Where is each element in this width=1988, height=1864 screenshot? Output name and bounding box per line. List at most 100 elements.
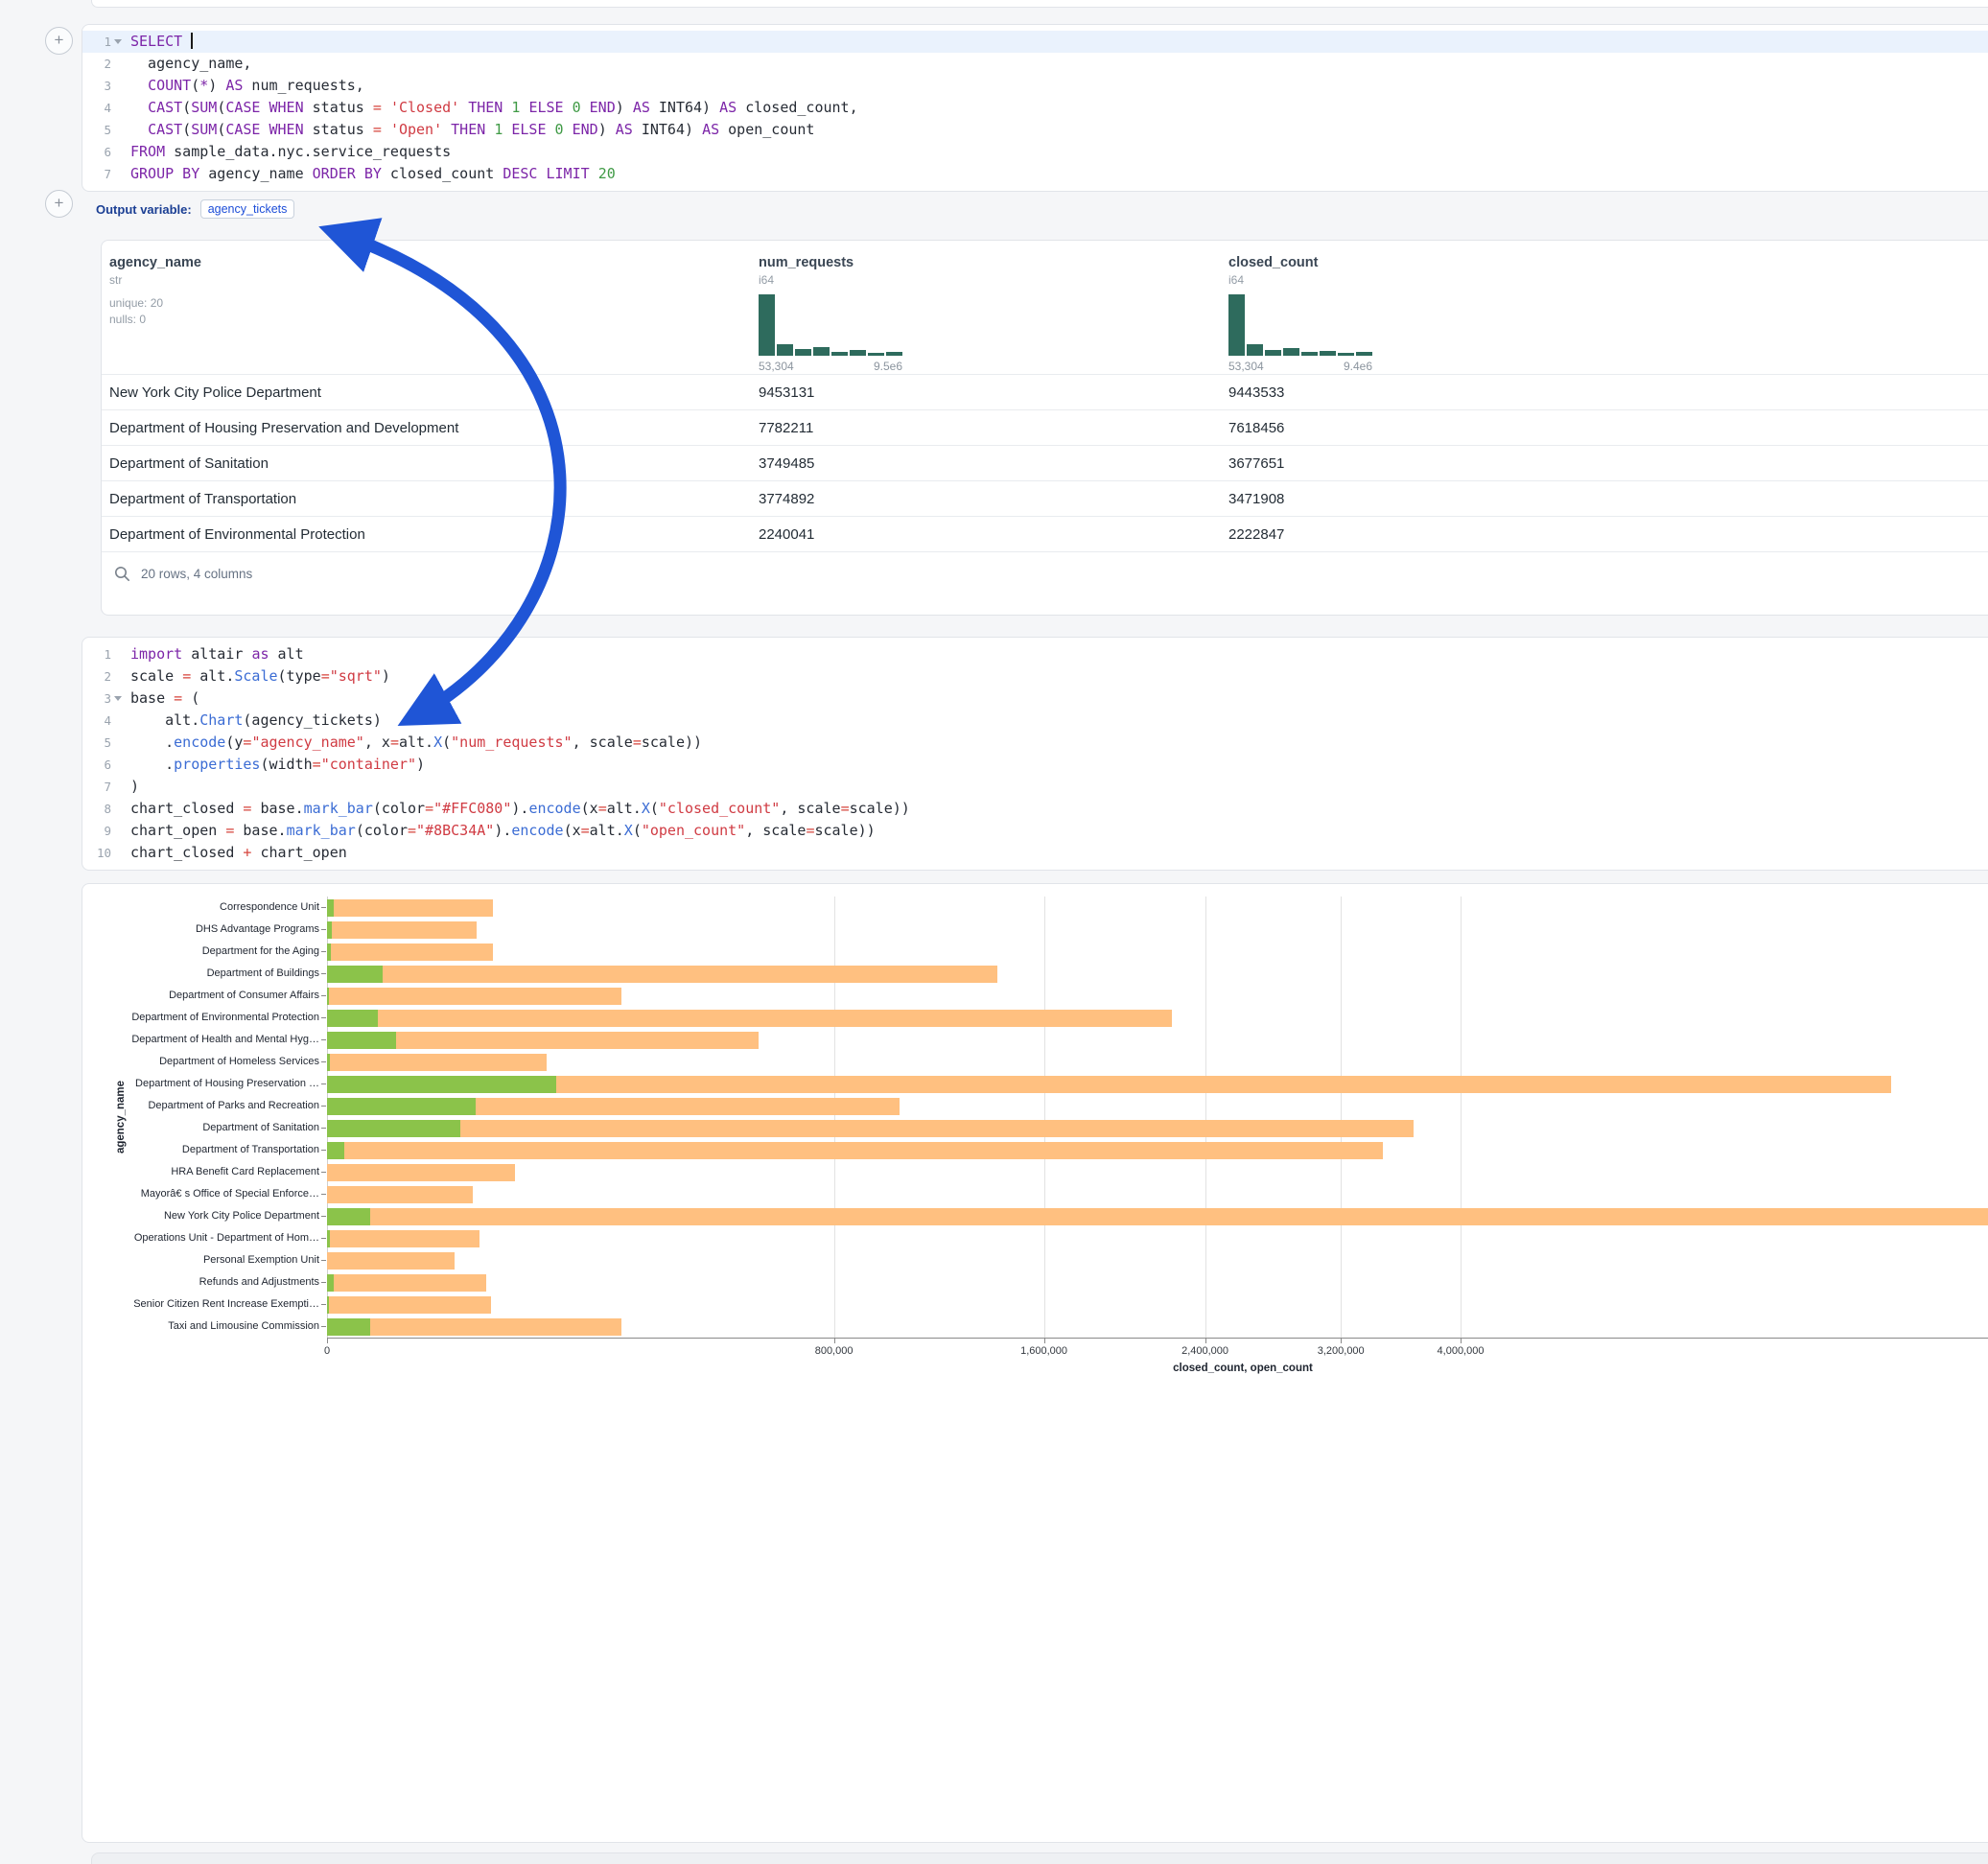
- code-line[interactable]: 5 .encode(y="agency_name", x=alt.X("num_…: [82, 732, 1988, 754]
- code-token: "sqrt": [330, 667, 382, 685]
- collapse-chevron-icon[interactable]: [111, 39, 125, 44]
- code-token: (color: [373, 800, 425, 817]
- notebook-page: + + 1SELECT 2 agency_name,3 COUNT(*) AS …: [0, 0, 1988, 1864]
- code-line[interactable]: 8chart_closed = base.mark_bar(color="#FF…: [82, 798, 1988, 820]
- y-axis-tick-label: Department of Environmental Protection: [82, 1007, 319, 1029]
- code-token: END: [590, 99, 616, 116]
- bar-open-count: [327, 899, 334, 917]
- code-token: (x: [581, 800, 598, 817]
- line-number-gutter: 7: [82, 776, 125, 798]
- line-number-gutter: 1: [82, 31, 125, 53]
- code-token: "#8BC34A": [416, 822, 494, 839]
- code-token: ): [130, 778, 139, 795]
- code-line[interactable]: 1SELECT: [82, 31, 1988, 53]
- code-line[interactable]: 6 .properties(width="container"): [82, 754, 1988, 776]
- code-token: (: [442, 734, 451, 751]
- line-number: 2: [86, 665, 111, 687]
- bar-closed-count: [327, 1252, 455, 1270]
- line-number-gutter: 6: [82, 141, 125, 163]
- code-line[interactable]: 9chart_open = base.mark_bar(color="#8BC3…: [82, 820, 1988, 842]
- code-token: alt: [269, 645, 304, 663]
- code-line[interactable]: 1import altair as alt: [82, 643, 1988, 665]
- y-axis-tick: [321, 1061, 326, 1062]
- sql-code-cell[interactable]: 1SELECT 2 agency_name,3 COUNT(*) AS num_…: [82, 24, 1988, 192]
- code-token: =: [425, 800, 433, 817]
- table-cell: Department of Sanitation: [109, 455, 759, 472]
- code-token: as: [251, 645, 269, 663]
- table-cell: Department of Housing Preservation and D…: [109, 420, 759, 436]
- code-line[interactable]: 7GROUP BY agency_name ORDER BY closed_co…: [82, 163, 1988, 185]
- column-name: closed_count: [1228, 255, 1988, 270]
- chart-output-cell: Correspondence UnitDHS Advantage Program…: [82, 883, 1988, 1843]
- line-number: 6: [86, 141, 111, 163]
- y-axis-tick-label: Department for the Aging: [82, 941, 319, 963]
- bar-closed-count: [327, 1274, 486, 1292]
- histogram-max: 9.4e6: [1344, 360, 1372, 373]
- line-number: 2: [86, 53, 111, 75]
- code-line[interactable]: 5 CAST(SUM(CASE WHEN status = 'Open' THE…: [82, 119, 1988, 141]
- y-axis-tick-label: Department of Consumer Affairs: [82, 985, 319, 1007]
- line-number-gutter: 5: [82, 119, 125, 141]
- y-axis-tick-label: Senior Citizen Rent Increase Exempti…: [82, 1293, 319, 1316]
- code-line[interactable]: 2 agency_name,: [82, 53, 1988, 75]
- line-number-gutter: 7: [82, 163, 125, 185]
- code-token: mark_bar: [304, 800, 373, 817]
- table-row-count: 20 rows, 4 columns: [141, 567, 252, 581]
- code-token: Scale: [234, 667, 277, 685]
- line-number: 3: [86, 75, 111, 97]
- add-cell-button[interactable]: +: [45, 190, 73, 218]
- x-axis-tick-label: 4,000,000: [1417, 1345, 1504, 1357]
- y-axis-tick: [321, 1039, 326, 1040]
- bar-open-count: [327, 988, 329, 1005]
- bar-closed-count: [327, 1076, 1891, 1093]
- code-token: [485, 121, 494, 138]
- collapse-chevron-icon[interactable]: [111, 696, 125, 701]
- bar-open-count: [327, 1076, 556, 1093]
- x-axis-tick: [1461, 1339, 1462, 1343]
- code-token: AS: [616, 121, 633, 138]
- bar-open-count: [327, 1274, 334, 1292]
- code-token: scale)): [814, 822, 875, 839]
- code-token: (y: [225, 734, 243, 751]
- code-token: "num_requests": [451, 734, 572, 751]
- table-cell: New York City Police Department: [109, 384, 759, 401]
- code-line[interactable]: 7): [82, 776, 1988, 798]
- add-cell-button[interactable]: +: [45, 27, 73, 55]
- bar-open-count: [327, 1054, 330, 1071]
- bar-closed-count: [327, 1186, 473, 1203]
- x-axis-line: [327, 1338, 1988, 1339]
- code-line[interactable]: 3base = (: [82, 687, 1988, 710]
- code-line[interactable]: 6FROM sample_data.nyc.service_requests: [82, 141, 1988, 163]
- code-text: alt.Chart(agency_tickets): [125, 710, 382, 732]
- code-line[interactable]: 3 COUNT(*) AS num_requests,: [82, 75, 1988, 97]
- code-line[interactable]: 4 CAST(SUM(CASE WHEN status = 'Closed' T…: [82, 97, 1988, 119]
- line-number-gutter: 10: [82, 842, 125, 864]
- code-token: =: [390, 734, 399, 751]
- histogram-bar: [777, 344, 793, 356]
- line-number: 4: [86, 97, 111, 119]
- table-cell: 3677651: [1228, 455, 1988, 472]
- code-token: LIMIT: [547, 165, 590, 182]
- code-token: =: [841, 800, 850, 817]
- code-token: chart_open: [130, 822, 225, 839]
- code-line[interactable]: 10chart_closed + chart_open: [82, 842, 1988, 864]
- code-token: AS: [225, 77, 243, 94]
- search-icon[interactable]: [114, 566, 130, 582]
- histogram-bar: [759, 294, 775, 356]
- python-code-cell[interactable]: 1import altair as alt2scale = alt.Scale(…: [82, 637, 1988, 871]
- code-token: properties: [174, 756, 260, 773]
- y-axis-tick: [321, 1150, 326, 1151]
- y-axis-tick: [321, 1216, 326, 1217]
- code-token: (width: [260, 756, 312, 773]
- code-line[interactable]: 4 alt.Chart(agency_tickets): [82, 710, 1988, 732]
- code-text: .encode(y="agency_name", x=alt.X("num_re…: [125, 732, 702, 754]
- code-line[interactable]: 2scale = alt.Scale(type="sqrt"): [82, 665, 1988, 687]
- code-token: (: [191, 77, 199, 94]
- output-variable-chip[interactable]: agency_tickets: [200, 199, 295, 219]
- bar-open-count: [327, 1010, 378, 1027]
- bar-closed-count: [327, 1142, 1383, 1159]
- x-axis-tick-label: 3,200,000: [1298, 1345, 1384, 1357]
- table-cell: 9453131: [759, 384, 1228, 401]
- code-text: chart_closed = base.mark_bar(color="#FFC…: [125, 798, 910, 820]
- table-row: Department of Transportation377489234719…: [102, 480, 1988, 516]
